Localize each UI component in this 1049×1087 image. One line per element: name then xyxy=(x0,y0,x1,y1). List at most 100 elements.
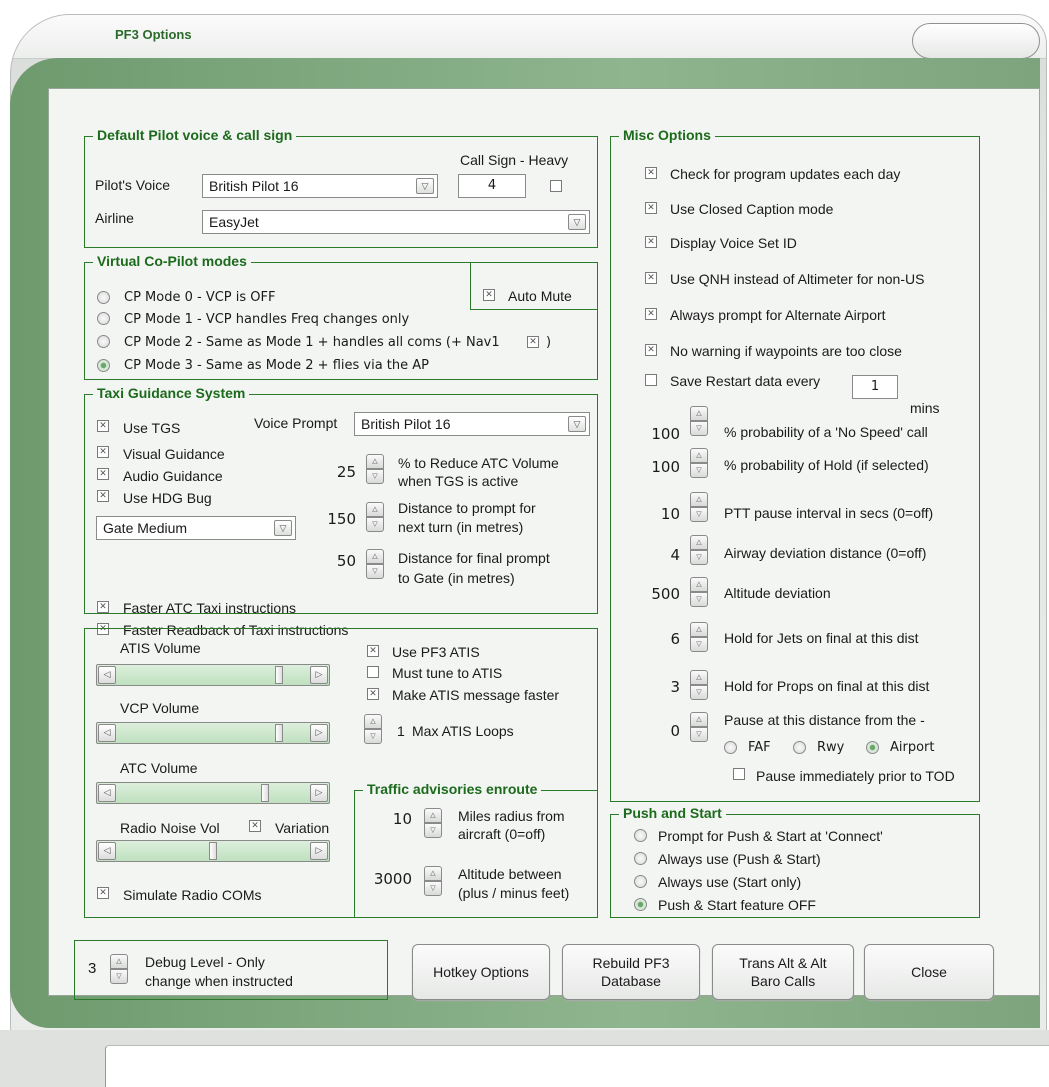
jets-spinner[interactable]: △ ▽ xyxy=(690,622,708,652)
slider-right-icon[interactable]: ▷ xyxy=(310,666,328,684)
spin-down-icon[interactable]: ▽ xyxy=(690,685,708,700)
spin-down-icon[interactable]: ▽ xyxy=(690,592,708,607)
chevron-down-icon[interactable]: ▽ xyxy=(568,214,586,230)
save-restart-checkbox[interactable] xyxy=(645,374,657,386)
title-bar-button[interactable] xyxy=(912,23,1040,59)
spin-up-icon[interactable]: △ xyxy=(364,714,382,729)
radio-noise-slider[interactable]: ◁ ▷ xyxy=(96,840,330,862)
spin-up-icon[interactable]: △ xyxy=(366,454,384,469)
pilots-voice-select[interactable]: British Pilot 16 ▽ xyxy=(202,174,438,198)
chevron-down-icon[interactable]: ▽ xyxy=(274,520,292,536)
miles-radius-spinner[interactable]: △ ▽ xyxy=(424,808,442,838)
voice-set-checkbox[interactable] xyxy=(645,236,657,248)
slider-left-icon[interactable]: ◁ xyxy=(98,724,116,742)
voice-prompt-select[interactable]: British Pilot 16 ▽ xyxy=(354,412,590,436)
spin-down-icon[interactable]: ▽ xyxy=(690,463,708,478)
simulate-radio-checkbox[interactable] xyxy=(97,887,109,899)
spin-up-icon[interactable]: △ xyxy=(690,492,708,507)
cp-mode-1-radio[interactable] xyxy=(97,312,110,325)
updates-checkbox[interactable] xyxy=(645,167,657,179)
slider-thumb[interactable] xyxy=(275,666,284,684)
spin-up-icon[interactable]: △ xyxy=(424,866,442,881)
spin-down-icon[interactable]: ▽ xyxy=(366,517,384,532)
chevron-down-icon[interactable]: ▽ xyxy=(568,416,586,432)
slider-right-icon[interactable]: ▷ xyxy=(310,724,328,742)
nav1-checkbox[interactable] xyxy=(527,336,539,348)
use-pf3-atis-checkbox[interactable] xyxy=(367,645,379,657)
faf-radio[interactable] xyxy=(724,741,737,754)
spin-up-icon[interactable]: △ xyxy=(366,549,384,564)
atis-volume-slider[interactable]: ◁ ▷ xyxy=(96,664,330,686)
spin-down-icon[interactable]: ▽ xyxy=(110,969,128,984)
pause-spinner[interactable]: △ ▽ xyxy=(690,712,708,742)
spin-up-icon[interactable]: △ xyxy=(366,502,384,517)
airway-spinner[interactable]: △ ▽ xyxy=(690,535,708,565)
altdev-spinner[interactable]: △ ▽ xyxy=(690,577,708,607)
slider-left-icon[interactable]: ◁ xyxy=(98,666,116,684)
spin-up-icon[interactable]: △ xyxy=(690,535,708,550)
max-atis-loops-spinner[interactable]: △ ▽ xyxy=(364,714,382,744)
use-tgs-checkbox[interactable] xyxy=(97,420,109,432)
alternate-checkbox[interactable] xyxy=(645,308,657,320)
spin-up-icon[interactable]: △ xyxy=(110,954,128,969)
trans-alt-button[interactable]: Trans Alt & Alt Baro Calls xyxy=(712,944,854,1000)
spin-up-icon[interactable]: △ xyxy=(690,577,708,592)
vcp-volume-slider[interactable]: ◁ ▷ xyxy=(96,722,330,744)
push-opt1-radio[interactable] xyxy=(634,829,647,842)
must-tune-checkbox[interactable] xyxy=(367,666,379,678)
closed-caption-checkbox[interactable] xyxy=(645,202,657,214)
spin-down-icon[interactable]: ▽ xyxy=(364,729,382,744)
spin-down-icon[interactable]: ▽ xyxy=(366,564,384,579)
cp-mode-2-radio[interactable] xyxy=(97,335,110,348)
spin-up-icon[interactable]: △ xyxy=(690,670,708,685)
push-opt3-radio[interactable] xyxy=(634,875,647,888)
slider-thumb[interactable] xyxy=(209,842,217,860)
variation-checkbox[interactable] xyxy=(249,820,261,832)
faster-atc-checkbox[interactable] xyxy=(97,601,109,613)
hold-prob-spinner[interactable]: △ ▽ xyxy=(690,448,708,478)
spin-up-icon[interactable]: △ xyxy=(424,808,442,823)
auto-mute-checkbox[interactable] xyxy=(483,289,495,301)
slider-thumb[interactable] xyxy=(260,784,269,802)
slider-right-icon[interactable]: ▷ xyxy=(310,842,328,860)
close-button[interactable]: Close xyxy=(864,944,994,1000)
chevron-down-icon[interactable]: ▽ xyxy=(416,178,434,194)
slider-right-icon[interactable]: ▷ xyxy=(310,784,328,802)
altitude-between-spinner[interactable]: △ ▽ xyxy=(424,866,442,896)
push-opt2-radio[interactable] xyxy=(634,852,647,865)
pause-tod-checkbox[interactable] xyxy=(733,768,745,780)
heavy-checkbox[interactable] xyxy=(550,180,562,192)
airline-select[interactable]: EasyJet ▽ xyxy=(202,210,590,234)
hdg-bug-checkbox[interactable] xyxy=(97,490,109,502)
slider-thumb[interactable] xyxy=(275,724,284,742)
debug-spinner[interactable]: △ ▽ xyxy=(110,954,128,984)
save-restart-field[interactable]: 1 xyxy=(852,375,898,399)
gate-select[interactable]: Gate Medium ▽ xyxy=(96,516,296,540)
spin-down-icon[interactable]: ▽ xyxy=(424,823,442,838)
no-warning-checkbox[interactable] xyxy=(645,344,657,356)
spin-down-icon[interactable]: ▽ xyxy=(424,881,442,896)
spin-down-icon[interactable]: ▽ xyxy=(690,507,708,522)
spin-up-icon[interactable]: △ xyxy=(690,406,708,421)
visual-guidance-checkbox[interactable] xyxy=(97,446,109,458)
cp-mode-3-radio[interactable] xyxy=(97,359,110,372)
audio-guidance-checkbox[interactable] xyxy=(97,468,109,480)
spin-down-icon[interactable]: ▽ xyxy=(366,469,384,484)
spin-down-icon[interactable]: ▽ xyxy=(690,421,708,436)
rwy-radio[interactable] xyxy=(793,741,806,754)
spin-down-icon[interactable]: ▽ xyxy=(690,727,708,742)
hotkey-options-button[interactable]: Hotkey Options xyxy=(412,944,550,1000)
slider-left-icon[interactable]: ◁ xyxy=(98,842,116,860)
props-spinner[interactable]: △ ▽ xyxy=(690,670,708,700)
no-speed-spinner[interactable]: △ ▽ xyxy=(690,406,708,436)
push-opt4-radio[interactable] xyxy=(634,898,647,911)
slider-left-icon[interactable]: ◁ xyxy=(98,784,116,802)
atc-volume-slider[interactable]: ◁ ▷ xyxy=(96,782,330,804)
reduce-volume-spinner[interactable]: △ ▽ xyxy=(366,454,384,484)
cp-mode-0-radio[interactable] xyxy=(97,291,110,304)
spin-down-icon[interactable]: ▽ xyxy=(690,550,708,565)
ptt-spinner[interactable]: △ ▽ xyxy=(690,492,708,522)
spin-up-icon[interactable]: △ xyxy=(690,712,708,727)
spin-up-icon[interactable]: △ xyxy=(690,622,708,637)
callsign-field[interactable]: 4 xyxy=(458,174,526,198)
